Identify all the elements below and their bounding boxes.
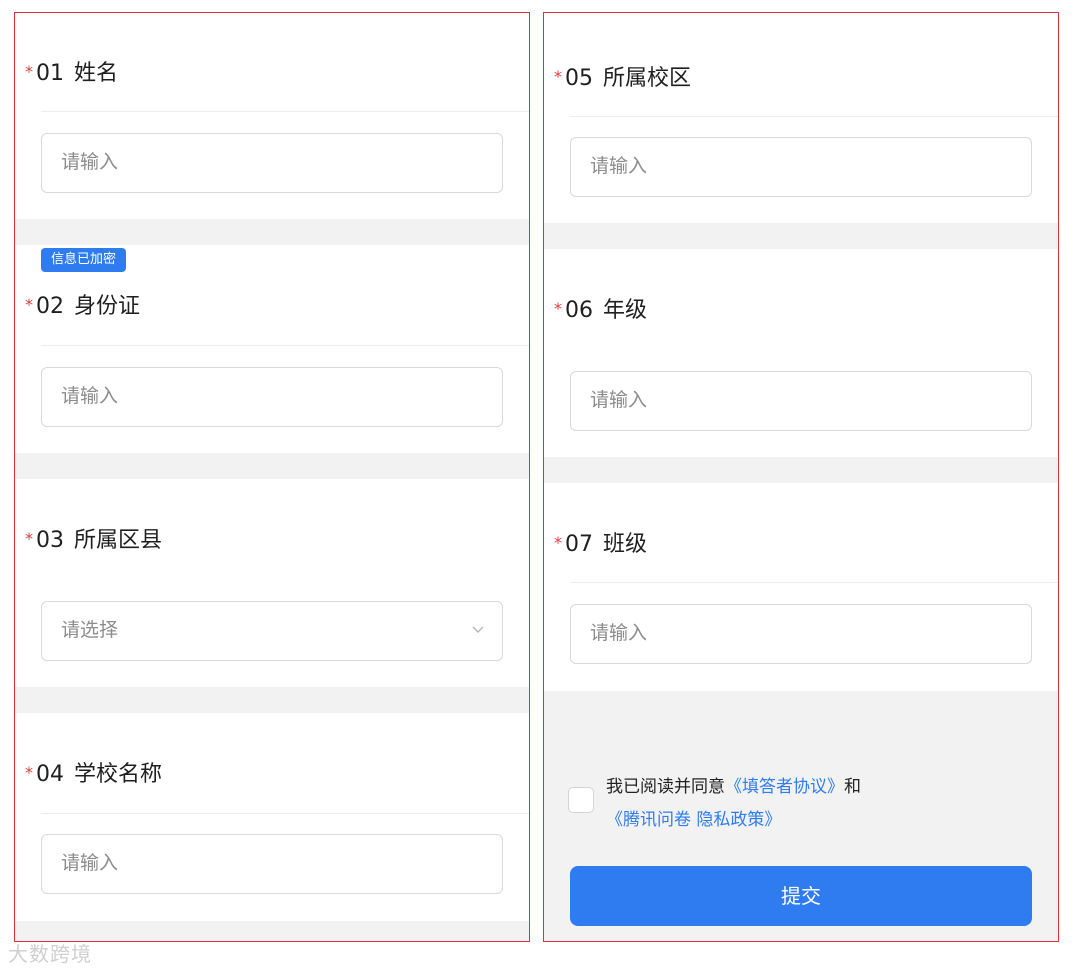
required-mark: * xyxy=(554,299,562,318)
question-title: * 01 姓名 xyxy=(25,59,118,89)
question-05: * 05 所属校区 请输入 xyxy=(544,13,1058,223)
question-number: 06 xyxy=(565,298,593,323)
form-panel-left: * 01 姓名 请输入 信息已加密 * 02 身份证 请输入 * 03 所属区县 请选择 *… xyxy=(14,12,530,942)
question-number: 04 xyxy=(36,762,64,787)
question-03: * 03 所属区县 请选择 xyxy=(15,479,529,687)
question-label: 年级 xyxy=(603,298,648,323)
agreement-conjunction: 和 xyxy=(844,777,861,797)
campus-input[interactable]: 请输入 xyxy=(570,137,1032,197)
question-label: 所属区县 xyxy=(74,528,163,553)
required-mark: * xyxy=(25,295,33,314)
question-label: 所属校区 xyxy=(603,66,692,91)
id-card-input[interactable]: 请输入 xyxy=(41,367,503,427)
agreement-area: 我已阅读并同意《填答者协议》和《腾讯问卷 隐私政策》 提交 xyxy=(544,691,1058,941)
section-separator xyxy=(15,921,529,941)
name-input[interactable]: 请输入 xyxy=(41,133,503,193)
section-separator xyxy=(544,457,1058,483)
section-separator xyxy=(544,223,1058,249)
agreement-text: 我已阅读并同意《填答者协议》和《腾讯问卷 隐私政策》 xyxy=(606,771,1006,837)
question-title: * 06 年级 xyxy=(554,296,647,326)
required-mark: * xyxy=(25,763,33,782)
question-title: * 02 身份证 xyxy=(25,292,140,322)
required-mark: * xyxy=(554,533,562,552)
question-01: * 01 姓名 请输入 xyxy=(15,13,529,219)
submit-button[interactable]: 提交 xyxy=(570,866,1032,926)
class-input[interactable]: 请输入 xyxy=(570,604,1032,664)
school-name-input[interactable]: 请输入 xyxy=(41,834,503,894)
divider xyxy=(570,116,1058,117)
divider xyxy=(41,111,529,112)
question-number: 02 xyxy=(36,294,64,319)
required-mark: * xyxy=(25,62,33,81)
question-02: 信息已加密 * 02 身份证 请输入 xyxy=(15,245,529,453)
section-separator xyxy=(15,453,529,479)
question-04: * 04 学校名称 请输入 xyxy=(15,713,529,921)
question-number: 07 xyxy=(565,532,593,557)
question-title: * 07 班级 xyxy=(554,530,647,560)
watermark: 大数跨境 xyxy=(8,942,92,966)
agreement-prefix: 我已阅读并同意 xyxy=(606,777,725,797)
grade-input[interactable]: 请输入 xyxy=(570,371,1032,431)
divider xyxy=(41,813,529,814)
chevron-down-icon xyxy=(472,626,484,633)
question-number: 03 xyxy=(36,528,64,553)
encrypted-badge: 信息已加密 xyxy=(41,248,127,272)
form-panel-right: * 05 所属校区 请输入 * 06 年级 请输入 * 07 班级 请输入 我已阅读并同意《… xyxy=(543,12,1059,942)
question-title: * 05 所属校区 xyxy=(554,64,691,94)
question-07: * 07 班级 请输入 xyxy=(544,483,1058,691)
privacy-policy-link[interactable]: 《腾讯问卷 隐私政策》 xyxy=(606,810,781,830)
question-label: 班级 xyxy=(603,532,648,557)
divider xyxy=(570,582,1058,583)
required-mark: * xyxy=(554,67,562,86)
question-number: 01 xyxy=(36,61,64,86)
district-select[interactable]: 请选择 xyxy=(41,601,503,661)
section-separator xyxy=(15,219,529,245)
question-label: 学校名称 xyxy=(74,762,163,787)
agreement-checkbox[interactable] xyxy=(568,787,594,813)
divider xyxy=(41,345,529,346)
question-06: * 06 年级 请输入 xyxy=(544,249,1058,457)
question-number: 05 xyxy=(565,66,593,91)
question-title: * 04 学校名称 xyxy=(25,760,162,790)
respondent-agreement-link[interactable]: 《填答者协议》 xyxy=(725,777,844,797)
select-placeholder: 请选择 xyxy=(61,619,119,641)
section-separator xyxy=(15,687,529,713)
required-mark: * xyxy=(25,529,33,548)
question-label: 姓名 xyxy=(74,61,119,86)
question-title: * 03 所属区县 xyxy=(25,526,162,556)
question-label: 身份证 xyxy=(74,294,141,319)
